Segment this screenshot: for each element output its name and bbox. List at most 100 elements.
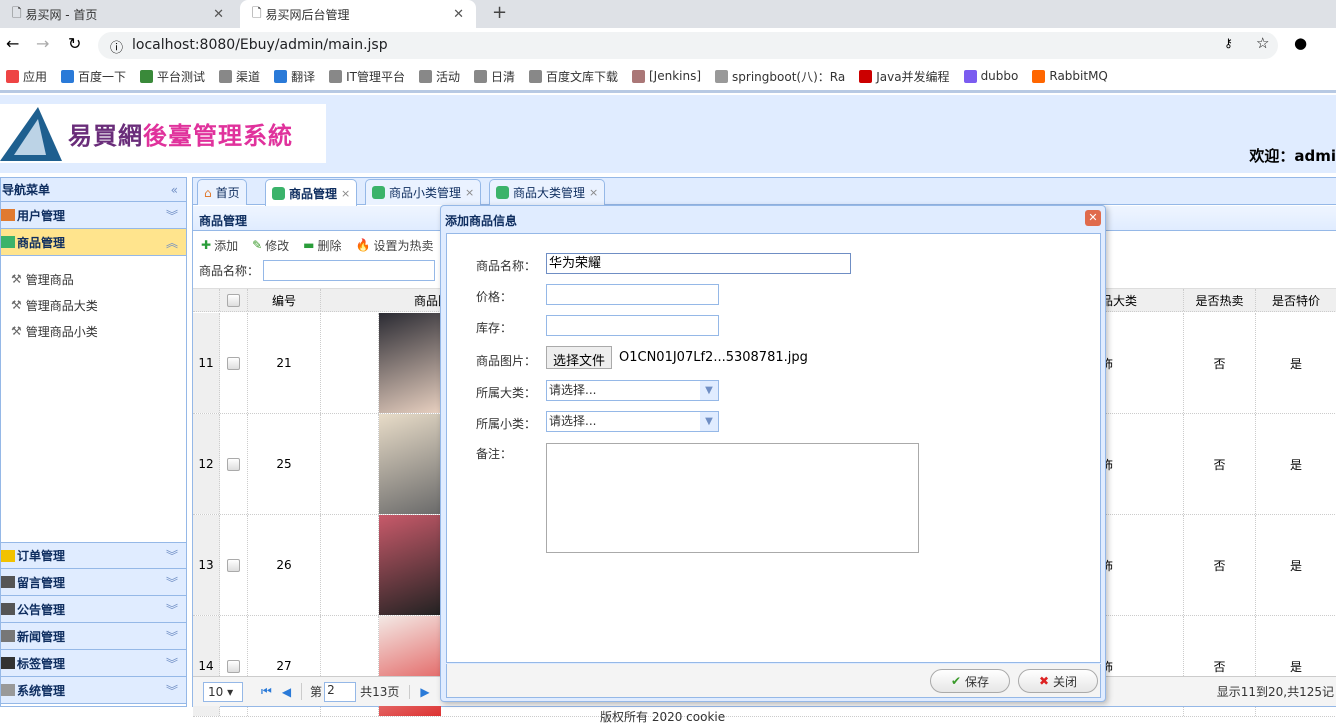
browser-tab[interactable]: 🗋 易买网 - 首页 ✕ <box>0 0 236 28</box>
users-icon <box>1 209 15 221</box>
price-input[interactable] <box>546 284 719 305</box>
select-all-checkbox[interactable] <box>220 289 248 311</box>
sidebar-subitem[interactable]: ⚒ 管理商品小类 <box>1 318 186 344</box>
file-name: O1CN01J07Lf2...5308781.jpg <box>619 350 808 365</box>
star-icon[interactable]: ☆ <box>1256 34 1269 52</box>
bookmark-icon <box>418 69 432 83</box>
bookmark[interactable]: 翻译 <box>274 68 315 85</box>
sidebar-group-users[interactable]: 用户管理 ︾ <box>1 202 186 229</box>
row-hot: 否 <box>1184 313 1256 413</box>
account-icon[interactable]: ● <box>1294 34 1307 52</box>
bookmark[interactable]: 渠道 <box>219 68 260 85</box>
bookmark[interactable]: 活动 <box>418 68 460 85</box>
close-icon[interactable]: × <box>465 186 474 199</box>
bookmark[interactable]: IT管理平台 <box>329 68 405 85</box>
save-button[interactable]: ✔ 保存 <box>930 669 1010 693</box>
edit-button[interactable]: ✎ 修改 <box>252 237 289 254</box>
row-checkbox[interactable] <box>220 515 248 615</box>
bookmark-label: springboot(八)：Ra <box>732 69 846 84</box>
special-header[interactable]: 是否特价 <box>1256 289 1336 311</box>
sidebar-group-products[interactable]: 商品管理 ︽ <box>1 229 186 256</box>
product-image <box>379 515 441 615</box>
close-tab-icon[interactable]: ✕ <box>213 7 224 22</box>
check-icon: ✔ <box>950 674 962 688</box>
checkbox[interactable] <box>227 558 240 572</box>
dialog-close-icon[interactable]: ✕ <box>1085 210 1101 226</box>
close-button[interactable]: ✖ 关闭 <box>1018 669 1098 693</box>
fire-icon: 🔥 <box>355 238 371 252</box>
tab-home[interactable]: ⌂ 首页 <box>197 179 247 205</box>
sidebar-group[interactable]: 系统管理 ︾ <box>1 677 186 704</box>
tab-product-management[interactable]: 商品管理 × <box>265 179 358 206</box>
browser-tab-active[interactable]: 🗋 易买网后台管理 ✕ <box>240 0 476 28</box>
row-checkbox[interactable] <box>220 414 248 514</box>
category-header[interactable]: 品大类 <box>1101 289 1184 311</box>
checkbox[interactable] <box>227 457 240 471</box>
product-name-search-input[interactable] <box>263 260 436 281</box>
sidebar-group-label: 订单管理 <box>17 549 66 563</box>
bookmark[interactable]: RabbitMQ <box>1032 69 1108 83</box>
prev-page-icon[interactable]: ◀ <box>282 685 291 699</box>
id-header[interactable]: 编号 <box>248 289 321 311</box>
chevron-down-icon: ︾ <box>165 629 178 644</box>
image-header[interactable]: 商品图 <box>321 289 451 311</box>
row-number: 11 <box>193 313 220 413</box>
subcategory-label: 所属小类： <box>476 417 537 431</box>
set-hot-button[interactable]: 🔥 设置为热卖 <box>356 237 434 254</box>
bookmark[interactable]: 百度一下 <box>61 68 126 85</box>
next-page-icon[interactable]: ▶ <box>409 684 430 699</box>
sidebar-header: 导航菜单 « <box>1 178 186 202</box>
row-checkbox[interactable] <box>220 313 248 413</box>
sidebar-group[interactable]: 标签管理 ︾ <box>1 650 186 677</box>
page-number-input[interactable]: 2 <box>324 681 357 702</box>
key-icon[interactable]: ⚷ <box>1224 36 1233 50</box>
close-icon[interactable]: × <box>589 186 598 199</box>
tab-subcategory[interactable]: 商品小类管理 × <box>365 179 482 205</box>
page-size-select[interactable]: 10 ▾ <box>203 681 243 702</box>
sidebar-group[interactable]: 订单管理 ︾ <box>1 542 186 569</box>
delete-button[interactable]: ▬ 删除 <box>303 237 341 254</box>
sidebar-subitem[interactable]: ⚒ 管理商品大类 <box>1 292 186 318</box>
category-select[interactable]: 请选择... ▼ <box>546 380 719 401</box>
new-tab-button[interactable]: + <box>492 2 507 23</box>
bookmark[interactable]: [Jenkins] <box>632 69 701 83</box>
checkbox[interactable] <box>227 356 240 370</box>
subcategory-select[interactable]: 请选择... ▼ <box>546 411 719 432</box>
stock-input[interactable] <box>546 315 719 336</box>
bookmark-label: [Jenkins] <box>649 69 702 83</box>
hot-header[interactable]: 是否热卖 <box>1184 289 1256 311</box>
bookmark-label: Java并发编程 <box>876 69 950 84</box>
bookmark[interactable]: springboot(八)：Ra <box>715 68 845 85</box>
tab-category[interactable]: 商品大类管理 × <box>489 179 606 205</box>
add-button[interactable]: ✚ 添加 <box>201 237 238 254</box>
sidebar-subitem-label: 管理商品大类 <box>25 298 98 313</box>
bookmark[interactable]: Java并发编程 <box>859 68 950 85</box>
back-icon[interactable]: ← <box>6 34 19 53</box>
sidebar-group[interactable]: 公告管理 ︾ <box>1 596 186 623</box>
collapse-icon[interactable]: « <box>171 183 178 197</box>
bookmark[interactable]: 百度文库下载 <box>528 68 618 85</box>
bookmark[interactable]: dubbo <box>963 69 1018 83</box>
bookmark[interactable]: 日清 <box>473 68 515 85</box>
chevron-down-icon: ︾ <box>165 208 178 223</box>
product-name-input[interactable]: 华为荣耀 <box>546 253 851 274</box>
bookmark-label: 日清 <box>490 69 515 84</box>
sidebar-subitem[interactable]: ⚒ 管理商品 <box>1 266 186 292</box>
bookmark[interactable]: 应用 <box>6 68 47 85</box>
chevron-down-icon: ▼ <box>700 412 718 431</box>
first-page-icon[interactable]: ⏮ <box>261 684 272 699</box>
name-label: 商品名称： <box>476 259 537 273</box>
forward-icon[interactable]: → <box>36 34 49 53</box>
reload-icon[interactable]: ↻ <box>68 34 81 53</box>
choose-file-button[interactable]: 选择文件 <box>546 346 613 369</box>
checkbox[interactable] <box>227 659 240 673</box>
info-icon[interactable]: ⓘ <box>110 37 123 56</box>
bookmark[interactable]: 平台测试 <box>140 68 205 85</box>
url-input[interactable]: localhost:8080/Ebuy/admin/main.jsp <box>98 32 1278 59</box>
row-special: 是 <box>1256 313 1336 413</box>
sidebar-group[interactable]: 留言管理 ︾ <box>1 569 186 596</box>
close-tab-icon[interactable]: ✕ <box>453 7 464 22</box>
sidebar-group[interactable]: 新闻管理 ︾ <box>1 623 186 650</box>
close-icon[interactable]: × <box>341 187 350 200</box>
remark-textarea[interactable] <box>546 443 919 553</box>
